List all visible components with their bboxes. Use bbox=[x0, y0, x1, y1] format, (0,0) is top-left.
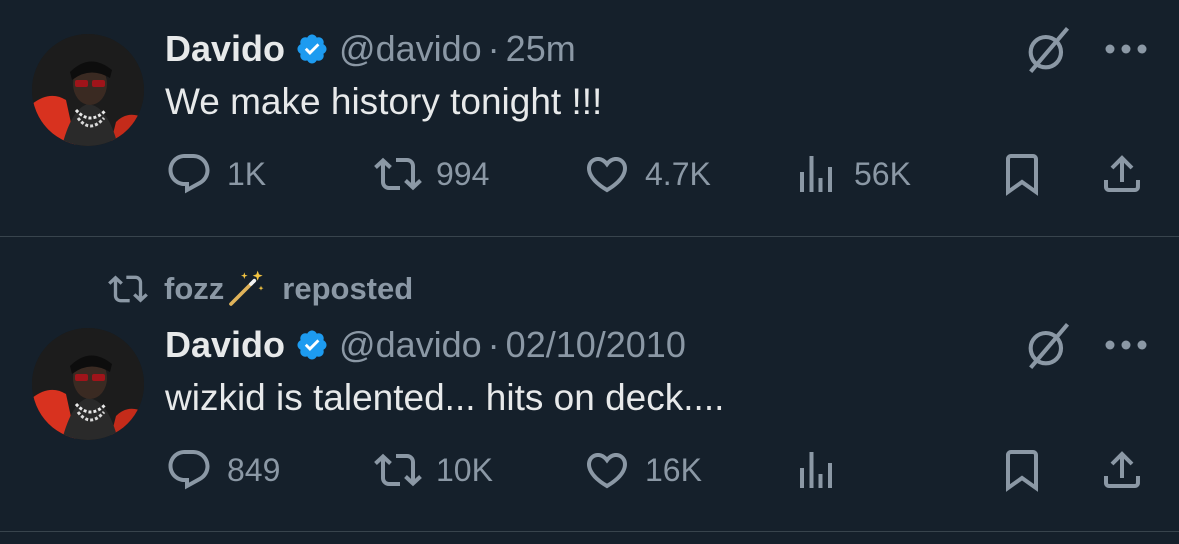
views-button[interactable] bbox=[792, 442, 840, 498]
more-icon[interactable] bbox=[1104, 339, 1148, 351]
like-icon bbox=[583, 150, 631, 198]
repost-count: 10K bbox=[436, 451, 493, 488]
tweet-text: We make history tonight !!! bbox=[165, 81, 603, 122]
reposter-name[interactable]: fozz bbox=[164, 271, 224, 307]
repost-icon bbox=[374, 150, 422, 198]
grok-icon[interactable] bbox=[1022, 320, 1074, 372]
like-count: 16K bbox=[645, 451, 702, 488]
repost-context: fozz reposted bbox=[108, 267, 413, 311]
avatar[interactable] bbox=[32, 34, 144, 146]
avatar[interactable] bbox=[32, 328, 144, 440]
tweet[interactable]: Davido @davido · 25m We make history ton… bbox=[0, 0, 1179, 237]
tweet[interactable]: fozz reposted Davido @davido · 02/10/201… bbox=[0, 237, 1179, 532]
tweet-timestamp[interactable]: 02/10/2010 bbox=[506, 321, 686, 369]
more-icon[interactable] bbox=[1104, 43, 1148, 55]
share-icon bbox=[1098, 150, 1146, 198]
separator-dot: · bbox=[487, 28, 500, 69]
grok-icon[interactable] bbox=[1022, 24, 1074, 76]
repost-button[interactable]: 994 bbox=[374, 146, 489, 202]
repost-icon bbox=[108, 269, 148, 309]
reply-count: 849 bbox=[227, 451, 281, 488]
like-button[interactable]: 16K bbox=[583, 442, 702, 498]
tweet-text: wizkid is talented... hits on deck.... bbox=[165, 377, 725, 418]
author-name[interactable]: Davido bbox=[165, 25, 285, 73]
avatar-image bbox=[32, 328, 144, 440]
tweet-actions: 1K 994 4.7K 56K bbox=[0, 146, 1179, 202]
bookmark-button[interactable] bbox=[998, 146, 1046, 202]
author-name[interactable]: Davido bbox=[165, 321, 285, 369]
views-icon bbox=[792, 150, 840, 198]
views-count: 56K bbox=[854, 155, 911, 192]
reply-icon bbox=[165, 446, 213, 494]
share-button[interactable] bbox=[1098, 146, 1146, 202]
views-icon bbox=[792, 446, 840, 494]
magic-wand-icon bbox=[226, 269, 266, 309]
tweet-header: Davido @davido · 02/10/2010 bbox=[165, 321, 686, 369]
repost-icon bbox=[374, 446, 422, 494]
verified-badge-icon bbox=[295, 32, 329, 66]
avatar-image bbox=[32, 34, 144, 146]
repost-button[interactable]: 10K bbox=[374, 442, 493, 498]
like-button[interactable]: 4.7K bbox=[583, 146, 711, 202]
separator-dot: · bbox=[487, 324, 500, 365]
like-icon bbox=[583, 446, 631, 494]
bookmark-icon bbox=[998, 150, 1046, 198]
repost-count: 994 bbox=[436, 155, 490, 192]
like-count: 4.7K bbox=[645, 155, 711, 192]
bookmark-button[interactable] bbox=[998, 442, 1046, 498]
reply-count: 1K bbox=[227, 155, 267, 192]
views-button[interactable]: 56K bbox=[792, 146, 911, 202]
reply-button[interactable]: 1K bbox=[165, 146, 266, 202]
verified-badge-icon bbox=[295, 328, 329, 362]
tweet-header: Davido @davido · 25m bbox=[165, 25, 576, 73]
reply-icon bbox=[165, 150, 213, 198]
tweet-actions: 849 10K 16K bbox=[0, 442, 1179, 498]
repost-label: reposted bbox=[282, 271, 414, 306]
author-handle[interactable]: @davido bbox=[339, 25, 482, 73]
share-icon bbox=[1098, 446, 1146, 494]
tweet-timestamp[interactable]: 25m bbox=[506, 25, 576, 73]
reply-button[interactable]: 849 bbox=[165, 442, 280, 498]
share-button[interactable] bbox=[1098, 442, 1146, 498]
bookmark-icon bbox=[998, 446, 1046, 494]
author-handle[interactable]: @davido bbox=[339, 321, 482, 369]
